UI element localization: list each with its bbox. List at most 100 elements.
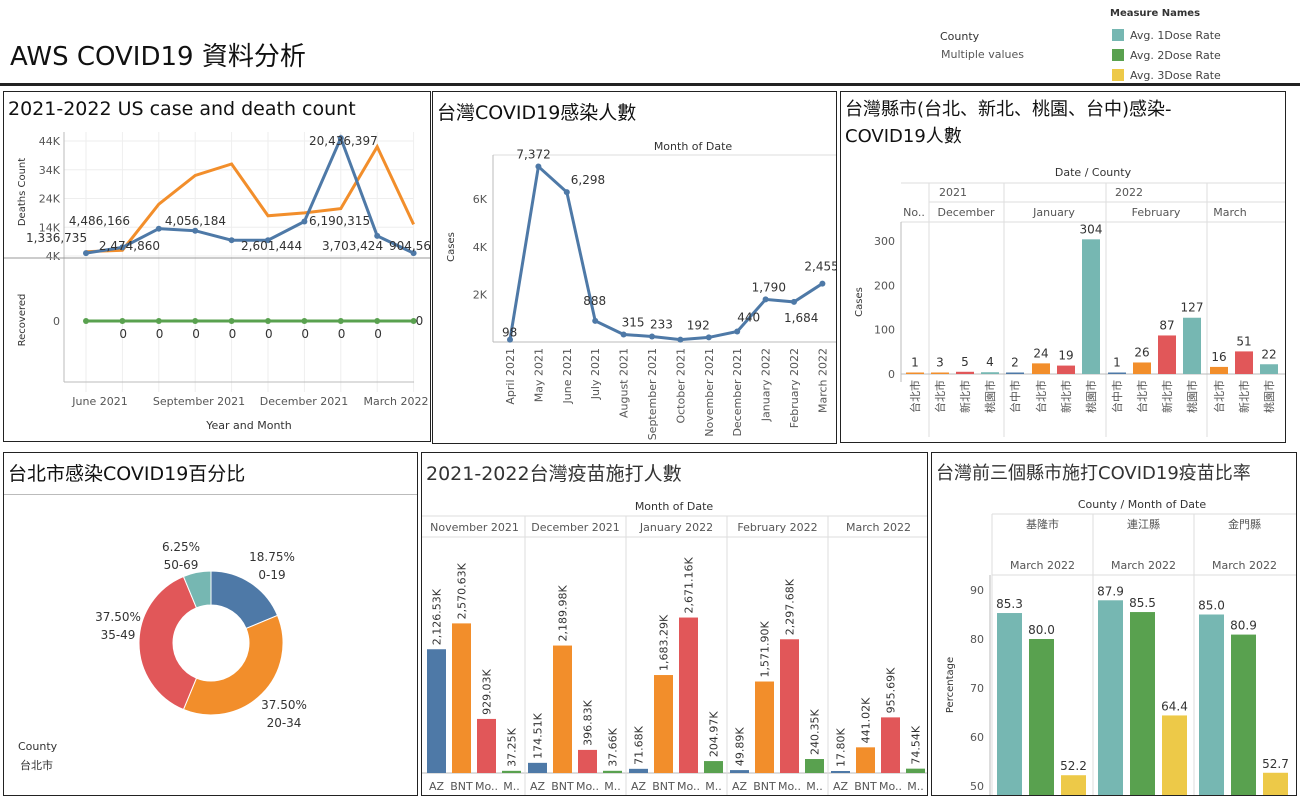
city-bar-chart[interactable]: Date / County2021 2022No.. December January… <box>841 92 1285 442</box>
vacc-bar[interactable] <box>906 768 925 773</box>
vacc-bar[interactable] <box>730 770 749 773</box>
vacc-bar[interactable] <box>427 649 446 773</box>
us-recovered-point[interactable] <box>155 318 162 324</box>
vacc-bar[interactable] <box>805 759 824 773</box>
legend-item-3dose[interactable]: Avg. 3Dose Rate <box>1112 65 1221 85</box>
taipei-slice-35-49[interactable] <box>138 575 198 711</box>
vacc-bar[interactable] <box>780 639 799 773</box>
tw-cases-point[interactable] <box>535 163 542 170</box>
tw-data-label: 2,455 <box>804 260 836 274</box>
city-header: Date / County <box>1055 166 1132 179</box>
tw-cases-point[interactable] <box>649 333 655 340</box>
vacc-data-label: 441.02K <box>860 697 873 743</box>
city-bar[interactable] <box>931 372 949 375</box>
city-bar[interactable] <box>1108 372 1126 375</box>
city-month-label: December <box>937 206 995 219</box>
tw-cases-point[interactable] <box>563 189 570 196</box>
vacc-bar[interactable] <box>704 761 723 773</box>
us-line-chart[interactable]: 44K34K24K14K4KDeaths CountRecovered1,336… <box>4 92 430 441</box>
us-recovered-point[interactable] <box>119 318 126 324</box>
county-filter-label: County <box>940 30 980 43</box>
top3-bar[interactable] <box>1263 772 1288 795</box>
vacc-bar[interactable] <box>578 749 597 773</box>
tw-cases-point[interactable] <box>705 334 712 341</box>
vacc-bar[interactable] <box>881 717 900 773</box>
us-cases-point[interactable] <box>192 227 199 234</box>
taipei-county-value[interactable]: 台北市 <box>20 757 53 773</box>
us-recovered-point[interactable] <box>265 318 271 324</box>
vacc-bar[interactable] <box>452 623 471 773</box>
city-bar[interactable] <box>981 372 999 374</box>
city-bar[interactable] <box>1158 335 1176 374</box>
us-cases-point[interactable] <box>155 225 162 232</box>
top3-bar[interactable] <box>1061 775 1086 795</box>
vacc-xtick-label: BNT <box>450 780 473 793</box>
legend-item-2dose[interactable]: Avg. 2Dose Rate <box>1112 45 1221 65</box>
taipei-donut-chart[interactable]: 18.75% 0-19 37.50% 20-34 37.50% 35-49 6.25% 50-… <box>4 453 417 795</box>
tw-cases-point[interactable] <box>592 317 599 324</box>
us-recovered-point[interactable] <box>228 318 235 324</box>
tw-cases-point[interactable] <box>791 298 797 305</box>
vacc-bar[interactable] <box>629 768 648 773</box>
top3-bar[interactable] <box>1199 614 1224 796</box>
top3-bar-chart[interactable]: County / Month of Date Percentage 90 80 70 60… <box>932 453 1296 795</box>
legend-item-1dose[interactable]: Avg. 1Dose Rate <box>1112 25 1221 45</box>
vacc-bar[interactable] <box>654 675 673 773</box>
tw-ytick-label: 4K <box>473 241 488 254</box>
city-bar[interactable] <box>1210 366 1228 374</box>
top3-county-label: 基隆市 <box>1026 517 1059 531</box>
top3-bar[interactable] <box>1231 634 1256 795</box>
top3-ytick-label: 80 <box>970 633 984 646</box>
tw-cases-point[interactable] <box>762 296 769 303</box>
vacc-xtick-label: AZ <box>732 780 748 793</box>
us-recovered-point[interactable] <box>337 318 344 324</box>
top3-bar[interactable] <box>1098 600 1123 795</box>
vacc-bar[interactable] <box>856 747 875 773</box>
vacc-bar-chart[interactable]: Month of Date November 2021 2,126.53K AZ 2,5… <box>422 453 927 795</box>
top3-data-label: 80.9 <box>1230 619 1257 633</box>
vacc-bar[interactable] <box>477 718 496 773</box>
us-recovered-point[interactable] <box>301 318 308 324</box>
us-recovered-point[interactable] <box>192 318 199 324</box>
city-data-label: 19 <box>1058 349 1073 363</box>
city-bar[interactable] <box>1057 365 1075 374</box>
vacc-bar[interactable] <box>502 770 521 773</box>
city-month-label: March <box>1213 206 1247 219</box>
us-cases-point[interactable] <box>83 250 89 257</box>
us-recovered-point[interactable] <box>374 318 381 324</box>
top3-bar[interactable] <box>1130 612 1155 795</box>
vacc-bar[interactable] <box>603 770 622 773</box>
vacc-bar[interactable] <box>755 681 774 773</box>
city-bar[interactable] <box>906 372 924 375</box>
top3-bar[interactable] <box>1162 715 1187 795</box>
tw-cases-point[interactable] <box>819 280 826 287</box>
top3-bar[interactable] <box>1029 639 1054 795</box>
city-bar[interactable] <box>1235 351 1253 374</box>
top3-bar[interactable] <box>997 613 1022 795</box>
vacc-bar[interactable] <box>553 645 572 773</box>
us-data-label: 4,056,184 <box>165 214 226 228</box>
us-recovered-point[interactable] <box>83 318 89 324</box>
vacc-bar[interactable] <box>679 617 698 773</box>
city-bar[interactable] <box>1133 362 1151 374</box>
us-cases-point[interactable] <box>301 218 308 225</box>
city-bar[interactable] <box>1260 364 1278 374</box>
vacc-xtick-label: Mo.. <box>475 780 498 793</box>
us-cases-point[interactable] <box>228 237 235 244</box>
vacc-bar[interactable] <box>528 762 547 773</box>
tw-cases-point[interactable] <box>677 336 684 343</box>
city-bar[interactable] <box>1082 239 1100 374</box>
top3-county-label: 連江縣 <box>1127 517 1160 531</box>
tw-line-chart[interactable]: Month of Date Cases 6K 4K 2K 98 7,372 6,298 888 3… <box>433 92 836 443</box>
tw-cases-point[interactable] <box>734 328 741 335</box>
city-bar[interactable] <box>1183 317 1201 374</box>
us-cases-point[interactable] <box>374 232 381 239</box>
tw-cases-point[interactable] <box>620 331 627 338</box>
city-bar[interactable] <box>956 371 974 374</box>
city-bar[interactable] <box>1032 363 1050 374</box>
vacc-month-label: November 2021 <box>430 521 519 534</box>
us-recovered-label: 0 <box>229 327 237 341</box>
vacc-bar[interactable] <box>831 771 850 773</box>
county-filter-value[interactable]: Multiple values <box>941 48 1024 61</box>
city-bar[interactable] <box>1006 372 1024 375</box>
